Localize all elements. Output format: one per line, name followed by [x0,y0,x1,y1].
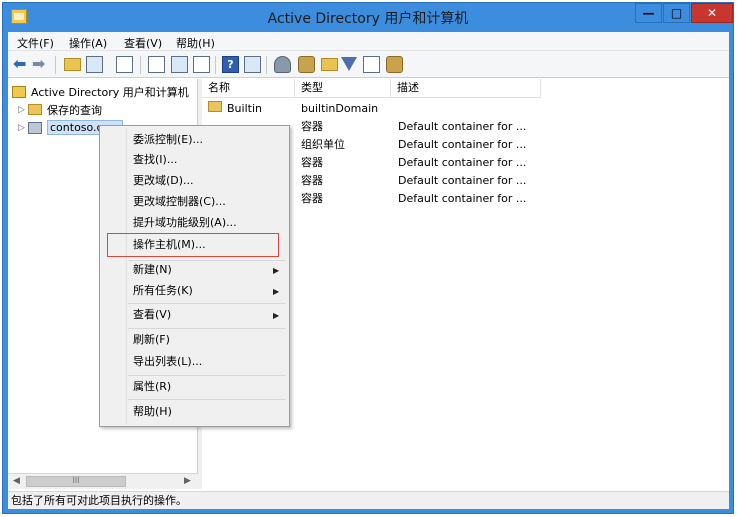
list-item-description: Default container for ... [398,174,527,187]
title-bar[interactable]: Active Directory 用户和计算机 — □ ✕ [3,3,733,31]
column-header-type[interactable]: 类型 [295,79,391,98]
menu-action[interactable]: 操作(A) [69,35,107,51]
folder-up-icon[interactable] [64,58,81,71]
column-header-name[interactable]: 名称 [202,79,295,98]
menu-item-export-list[interactable]: 导出列表(L)... [133,352,202,372]
menu-item-change-dc[interactable]: 更改域控制器(C)... [133,192,226,212]
menu-bar: 文件(F) 操作(A) 查看(V) 帮助(H) [8,32,729,51]
status-bar: 包括了所有可对此项目执行的操作。 [8,491,729,509]
list-item-description: Default container for ... [398,192,527,205]
menu-item-change-domain[interactable]: 更改域(D)... [133,171,194,191]
tree-item-label: 保存的查询 [47,103,102,117]
new-group-icon[interactable] [298,56,315,73]
list-item[interactable]: Builtin [208,100,262,118]
list-item-type: 容器 [301,174,323,187]
menu-item-help[interactable]: 帮助(H) [133,402,172,422]
folder-icon [208,101,222,112]
toolbar-separator [55,56,56,74]
toolbar-separator [215,56,216,74]
ad-root-icon [12,85,26,98]
refresh-icon[interactable] [171,56,188,73]
list-item-description: Default container for ... [398,156,527,169]
clipboard-icon[interactable] [116,56,133,73]
show-hide-tree-icon[interactable] [86,56,103,73]
submenu-arrow-icon: ▶ [273,287,280,296]
tree-item-saved-queries[interactable]: ▷ 保存的查询 [18,101,102,118]
minimize-button[interactable]: — [635,3,662,23]
close-button[interactable]: ✕ [691,3,733,23]
menu-item-delegate-control[interactable]: 委派控制(E)... [133,130,203,150]
list-item-name: Builtin [227,102,262,115]
window-title: Active Directory 用户和计算机 [267,11,469,27]
scroll-thumb[interactable]: III [26,476,126,487]
list-item-type: 容器 [301,120,323,133]
menu-gutter [126,128,127,424]
list-item-type: 组织单位 [301,138,345,151]
list-item-type: 容器 [301,192,323,205]
back-arrow-icon[interactable]: ⬅ [13,56,30,73]
maximize-button[interactable]: □ [663,3,690,23]
new-ou-icon[interactable] [321,58,338,71]
folder-icon [28,104,42,115]
add-to-group-icon[interactable] [386,56,403,73]
menu-separator [128,328,286,329]
menu-separator [128,375,286,376]
menu-help[interactable]: 帮助(H) [176,35,215,51]
menu-item-raise-domain-level[interactable]: 提升域功能级别(A)... [133,213,237,233]
submenu-arrow-icon: ▶ [273,311,280,320]
find-icon[interactable] [363,56,380,73]
submenu-arrow-icon: ▶ [273,266,280,275]
filter-icon[interactable] [341,57,357,71]
list-item-type: 容器 [301,156,323,169]
menu-item-new[interactable]: 新建(N) [133,260,172,280]
list-item-type: builtinDomain [301,102,379,115]
properties-icon[interactable] [148,56,165,73]
menu-item-refresh[interactable]: 刷新(F) [133,330,170,350]
menu-item-all-tasks[interactable]: 所有任务(K) [133,281,193,301]
context-menu: 委派控制(E)... 查找(I)... 更改域(D)... 更改域控制器(C).… [99,125,290,427]
list-item-description: Default container for ... [398,120,527,133]
tree-horizontal-scrollbar[interactable]: ◀ III ▶ [8,473,198,489]
new-user-icon[interactable] [274,56,291,73]
export-list-icon[interactable] [193,56,210,73]
tree-root[interactable]: Active Directory 用户和计算机 [12,83,189,100]
toolbar-separator [140,56,141,74]
domain-icon [28,121,42,134]
toolbar: ⬅ ➡ ? [8,51,729,78]
column-header-description[interactable]: 描述 [391,79,541,98]
forward-arrow-icon[interactable]: ➡ [32,56,49,73]
toolbar-separator [266,56,267,74]
expand-icon[interactable]: ▷ [18,105,28,115]
menu-item-find[interactable]: 查找(I)... [133,150,177,170]
menu-separator [128,399,286,400]
menu-file[interactable]: 文件(F) [17,35,54,51]
scroll-right-icon[interactable]: ▶ [184,476,191,486]
menu-separator [128,303,286,304]
help-icon[interactable]: ? [222,56,239,73]
list-item-description: Default container for ... [398,138,527,151]
menu-item-view[interactable]: 查看(V) [133,305,171,325]
expand-icon[interactable]: ▷ [18,123,28,133]
menu-item-properties[interactable]: 属性(R) [133,377,171,397]
menu-view[interactable]: 查看(V) [124,35,162,51]
scroll-left-icon[interactable]: ◀ [13,476,20,486]
tree-root-label: Active Directory 用户和计算机 [31,85,189,99]
highlight-annotation-box [107,233,279,257]
mmc-icon[interactable] [244,56,261,73]
